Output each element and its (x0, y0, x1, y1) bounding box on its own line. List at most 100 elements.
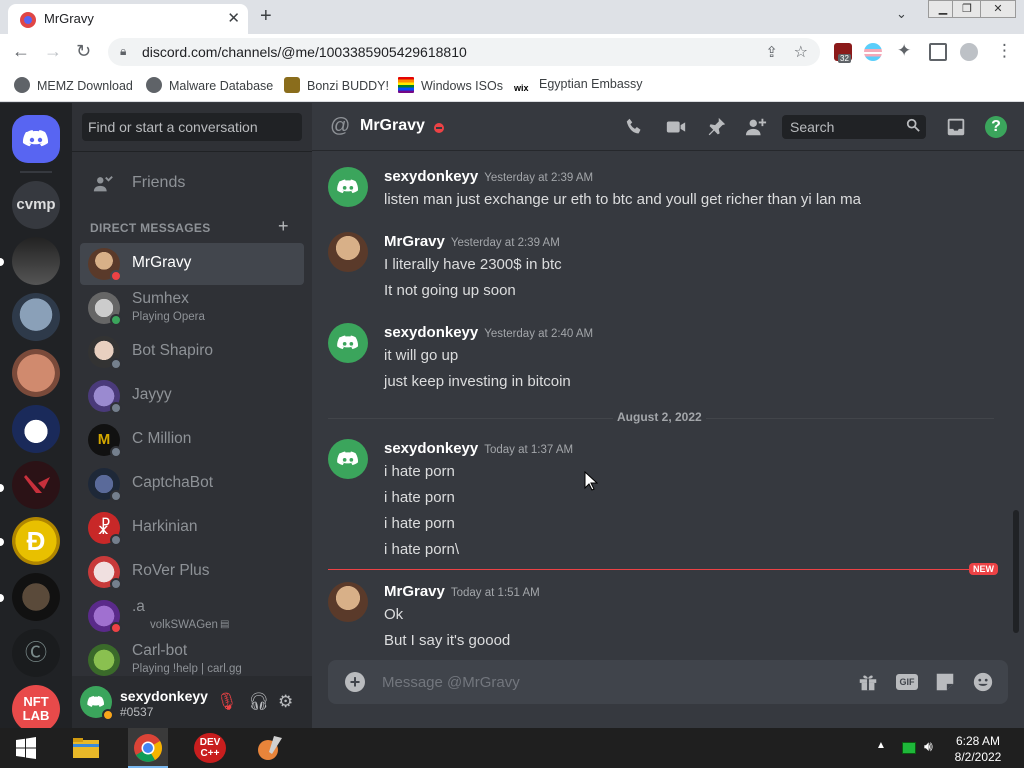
message-composer: + GIF (328, 660, 1008, 704)
dm-item-a[interactable]: .a volkSWAGen ▤ (80, 595, 304, 637)
tray-overflow-chevron-icon[interactable]: ▲ (876, 740, 886, 751)
pinned-messages-icon[interactable] (705, 116, 727, 138)
bookmark-bonzi[interactable]: Bonzi BUDDY! (284, 77, 389, 93)
dm-item-jayyy[interactable]: Jayyy (80, 375, 304, 417)
dm-item-c-million[interactable]: M C Million (80, 419, 304, 461)
find-conversation-button[interactable]: Find or start a conversation (82, 113, 302, 141)
kebab-menu-icon[interactable]: ⋮ (996, 41, 1013, 61)
profile-avatar-icon[interactable] (960, 43, 978, 61)
message-author[interactable]: MrGravy Today at 1:51 AM (384, 583, 540, 600)
forward-arrow-icon[interactable]: → (44, 41, 62, 62)
url-text[interactable]: discord.com/channels/@me/100338590542961… (142, 44, 467, 60)
guild-art[interactable] (12, 573, 60, 621)
message-timestamp: Today at 1:51 AM (450, 587, 540, 599)
home-button[interactable] (12, 115, 60, 163)
idle-status-icon (102, 709, 114, 721)
sticker-icon[interactable] (934, 671, 956, 693)
windows-start-icon[interactable] (10, 732, 42, 764)
dm-name: Sumhex (132, 290, 189, 307)
settings-gear-icon[interactable]: ⚙ (278, 692, 293, 712)
guild-separator (20, 171, 52, 173)
date-divider: August 2, 2022 (328, 410, 994, 424)
friends-nav-item[interactable]: Friends (80, 165, 304, 207)
address-bar[interactable]: 🔒︎ discord.com/channels/@me/100338590542… (108, 38, 820, 66)
dm-item-rover-plus[interactable]: RoVer Plus (80, 551, 304, 593)
avatar[interactable] (328, 323, 368, 363)
dm-item-mrgravy[interactable]: MrGravy (80, 243, 304, 285)
dm-item-harkinian[interactable]: ☧ Harkinian (80, 507, 304, 549)
message-author[interactable]: sexydonkeyy Yesterday at 2:39 AM (384, 168, 593, 185)
bookmark-egyptian-embassy[interactable]: wix Egyptian Embassy (514, 77, 643, 99)
unread-pill (0, 538, 4, 546)
dm-item-bot-shapiro[interactable]: Bot Shapiro (80, 331, 304, 373)
inbox-icon[interactable] (945, 116, 967, 138)
message-author[interactable]: sexydonkeyy Today at 1:37 AM (384, 440, 573, 457)
maximize-button[interactable]: ❐ (952, 0, 982, 18)
search-input[interactable]: Search (782, 115, 926, 139)
guild-cvmp[interactable]: cvmp (12, 181, 60, 229)
message-input[interactable] (382, 670, 802, 694)
dm-name: C Million (132, 430, 192, 447)
guild-dogecoin[interactable]: Ð (12, 517, 60, 565)
bookmark-memz[interactable]: MEMZ Download (14, 77, 133, 93)
paint-icon[interactable] (254, 732, 286, 764)
create-dm-button[interactable]: + (278, 216, 289, 237)
guild-monopoly[interactable] (12, 405, 60, 453)
video-call-icon[interactable] (665, 116, 687, 138)
avatar[interactable] (328, 232, 368, 272)
dev-cpp-icon[interactable]: DEV C++ (194, 733, 226, 763)
offline-status-icon (110, 358, 122, 370)
bookmark-malware-db[interactable]: Malware Database (146, 77, 273, 93)
taskbar-clock[interactable]: 6:28 AM 8/2/2022 (944, 733, 1012, 765)
reload-icon[interactable]: ↻ (76, 41, 91, 62)
window-close-button[interactable]: ✕ (980, 0, 1016, 18)
message-author[interactable]: MrGravy Yesterday at 2:39 AM (384, 233, 560, 250)
help-icon[interactable]: ? (985, 116, 1007, 138)
dm-name: Jayyy (132, 386, 172, 403)
wix-icon: wix (514, 83, 532, 99)
guild-valorant[interactable] (12, 461, 60, 509)
guild-circle-c[interactable]: Ⓒ (12, 629, 60, 677)
gif-icon[interactable]: GIF (896, 674, 918, 690)
battery-tray-icon[interactable] (902, 742, 916, 754)
add-friend-icon[interactable] (745, 116, 767, 138)
friends-label: Friends (132, 174, 186, 191)
bookmarks-bar: MEMZ Download Malware Database Bonzi BUD… (0, 70, 1024, 102)
message-timestamp: Today at 1:37 AM (484, 444, 574, 456)
dm-name: Carl-bot (132, 642, 188, 659)
avatar[interactable] (328, 582, 368, 622)
tab-close-icon[interactable]: ✕ (227, 9, 240, 27)
side-panel-icon[interactable] (929, 43, 947, 61)
guild-dark-figure[interactable] (12, 237, 60, 285)
avatar[interactable] (328, 439, 368, 479)
guild-blue-head[interactable] (12, 293, 60, 341)
bookmark-windows-isos[interactable]: Windows ISOs (398, 77, 503, 93)
dm-item-carl-bot[interactable]: Carl-bot Playing !help | carl.gg (80, 639, 304, 681)
avatar[interactable] (328, 167, 368, 207)
message-author[interactable]: sexydonkeyy Yesterday at 2:40 AM (384, 324, 593, 341)
tab-search-chevron-icon[interactable]: ⌄ (896, 6, 907, 22)
guild-face[interactable] (12, 349, 60, 397)
headphones-icon[interactable]: 🎧︎ (248, 692, 270, 712)
message-scrollbar[interactable] (1013, 510, 1019, 633)
message-text: i hate porn (384, 515, 455, 532)
globe-icon (14, 77, 30, 93)
voice-call-icon[interactable] (624, 116, 646, 138)
back-arrow-icon[interactable]: ← (12, 41, 30, 62)
mute-microphone-icon[interactable]: 🎙︎ (216, 692, 238, 712)
file-explorer-icon[interactable] (70, 732, 102, 764)
dm-item-sumhex[interactable]: Sumhex Playing Opera (80, 287, 304, 329)
gift-icon[interactable] (857, 671, 879, 693)
add-attachment-icon[interactable]: + (345, 672, 365, 692)
volume-icon[interactable]: 🔊︎ (924, 738, 933, 755)
guild-nft-lab[interactable]: NFT LAB (12, 685, 60, 728)
dm-item-captchabot[interactable]: CaptchaBot (80, 463, 304, 505)
flag-extension-icon[interactable] (864, 43, 882, 61)
bookmark-star-icon[interactable]: ☆ (794, 42, 808, 62)
emoji-icon[interactable] (972, 671, 994, 693)
new-tab-button[interactable]: + (260, 5, 272, 28)
browser-tab[interactable]: MrGravy ✕ (8, 4, 248, 34)
puzzle-extensions-icon[interactable]: ✦ (897, 41, 911, 61)
chrome-icon[interactable] (132, 732, 164, 764)
share-icon[interactable]: ⇪ (765, 43, 778, 61)
